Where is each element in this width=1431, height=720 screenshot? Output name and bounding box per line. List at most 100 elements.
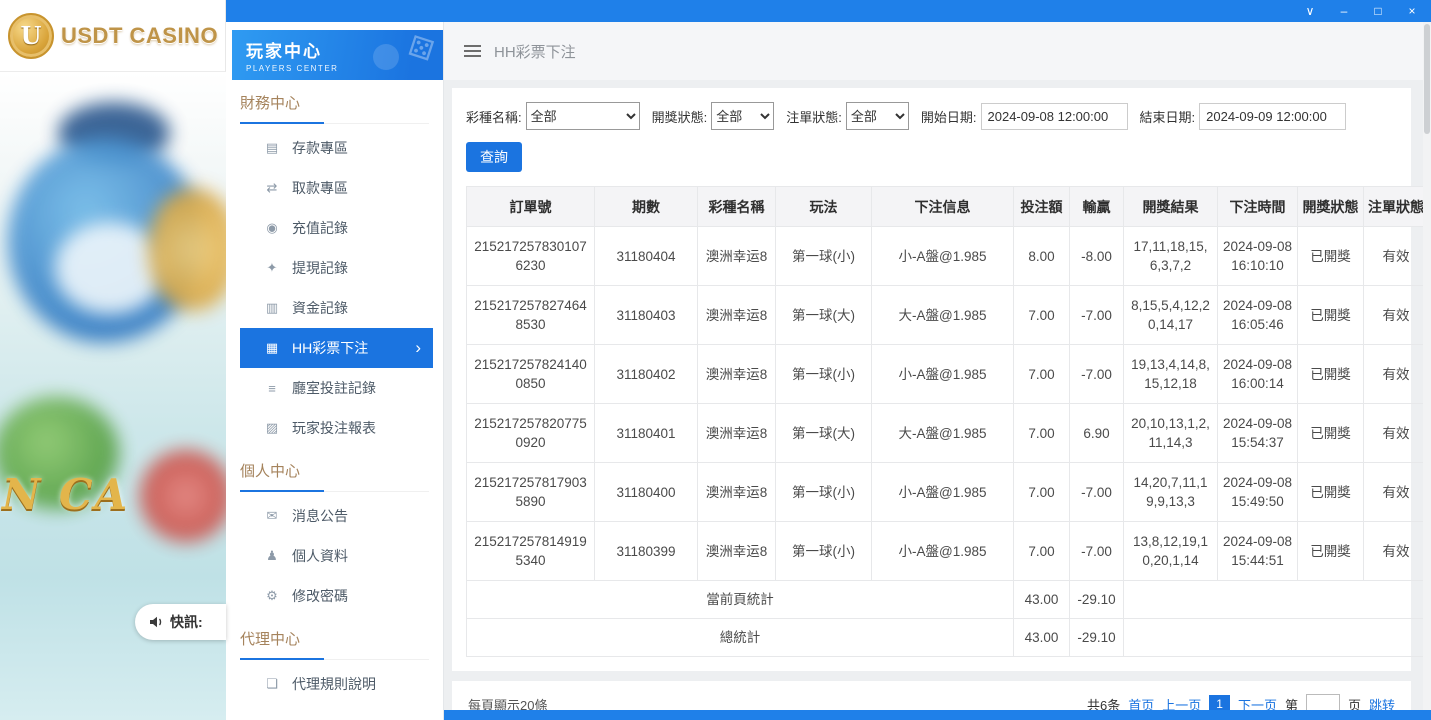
table-cell: 2152172578241400850 (467, 345, 595, 404)
coin-icon: ◉ (264, 220, 280, 236)
promo-art-text: N CA (2, 470, 129, 519)
sidebar-item-label: 取款專區 (292, 178, 348, 198)
sidebar-item-cashout-records[interactable]: ✦ 提現記錄 (226, 248, 433, 288)
sidebar-item-label: 廳室投註記錄 (292, 378, 376, 398)
bottom-strip (444, 710, 1431, 720)
scrollbar[interactable] (1423, 22, 1431, 710)
table-cell: 第一球(小) (776, 522, 872, 581)
draw-status-filter-group: 開獎狀態: 全部 (652, 102, 775, 130)
table-cell: 有效 (1364, 286, 1424, 345)
table-cell: 31180404 (595, 227, 698, 286)
withdraw-icon: ⇄ (264, 180, 280, 196)
table-cell: 31180400 (595, 463, 698, 522)
sidebar-item-player-bet-report[interactable]: ▨ 玩家投注報表 (226, 408, 433, 448)
summary-page-label: 當前頁統計 (467, 581, 1014, 619)
col-header-bet-time: 下注時間 (1218, 187, 1298, 227)
start-date-input[interactable] (981, 103, 1128, 130)
topbar: HH彩票下注 (444, 22, 1423, 80)
table-cell: -7.00 (1070, 463, 1124, 522)
table-cell: 已開獎 (1298, 345, 1364, 404)
table-cell: 20,10,13,1,2,11,14,3 (1124, 404, 1218, 463)
cashout-icon: ✦ (264, 260, 280, 276)
sidebar-item-deposit[interactable]: ▤ 存款專區 (226, 128, 433, 168)
minimize-icon[interactable]: – (1337, 5, 1351, 17)
content-card: 彩種名稱: 全部 開獎狀態: 全部 注單狀態: 全部 (452, 88, 1411, 671)
table-cell: 大-A盤@1.985 (872, 404, 1014, 463)
decor-circle (373, 44, 399, 70)
close-icon[interactable]: × (1405, 5, 1419, 17)
table-cell: 已開獎 (1298, 227, 1364, 286)
sidebar-item-room-bet-records[interactable]: ≡ 廳室投註記錄 (226, 368, 433, 408)
start-date-group: 開始日期: (921, 103, 1128, 130)
table-cell: 大-A盤@1.985 (872, 286, 1014, 345)
news-ticker-pill[interactable]: 快訊: (135, 604, 226, 640)
maximize-icon[interactable]: □ (1371, 5, 1385, 17)
brand-title: USDT CASINO (61, 23, 218, 49)
summary-total-win-total: -29.10 (1070, 619, 1124, 657)
sidebar-item-profile[interactable]: ♟ 個人資料 (226, 536, 433, 576)
table-cell: 2024-09-08 16:10:10 (1218, 227, 1298, 286)
draw-status-select[interactable]: 全部 (711, 102, 774, 130)
search-button[interactable]: 查詢 (466, 142, 522, 172)
scrollbar-thumb[interactable] (1424, 24, 1430, 134)
summary-row-total: 總統計 43.00 -29.10 (467, 619, 1424, 657)
table-cell: 小-A盤@1.985 (872, 463, 1014, 522)
sidebar-item-recharge-records[interactable]: ◉ 充值記錄 (226, 208, 433, 248)
sidebar-item-change-password[interactable]: ⚙ 修改密碼 (226, 576, 433, 616)
table-cell: 6.90 (1070, 404, 1124, 463)
table-cell: 有效 (1364, 227, 1424, 286)
col-header-bet-amount: 投注額 (1014, 187, 1070, 227)
lottery-filter-label: 彩種名稱: (466, 107, 522, 126)
coin-letter: U (21, 21, 42, 50)
table-cell: 7.00 (1014, 463, 1070, 522)
table-header-row: 訂單號 期數 彩種名稱 玩法 下注信息 投注額 輸贏 開獎結果 下注時間 開獎狀… (467, 187, 1424, 227)
summary-row-page: 當前頁統計 43.00 -29.10 (467, 581, 1424, 619)
ledger-icon: ▥ (264, 300, 280, 316)
table-row: 215217257814919534031180399澳洲幸运8第一球(小)小-… (467, 522, 1424, 581)
table-cell: 19,13,4,14,8,15,12,18 (1124, 345, 1218, 404)
bet-status-select[interactable]: 全部 (846, 102, 909, 130)
sidebar-item-label: 提現記錄 (292, 258, 348, 278)
table-cell: 第一球(小) (776, 227, 872, 286)
col-header-play: 玩法 (776, 187, 872, 227)
chevron-down-icon[interactable]: ∨ (1303, 5, 1317, 17)
table-cell: 小-A盤@1.985 (872, 227, 1014, 286)
sidebar-item-label: 充值記錄 (292, 218, 348, 238)
sidebar-item-label: 消息公告 (292, 506, 348, 526)
filter-bar: 彩種名稱: 全部 開獎狀態: 全部 注單狀態: 全部 (452, 88, 1411, 130)
table-cell: -8.00 (1070, 227, 1124, 286)
sidebar-item-hh-lottery-bets[interactable]: ▦ HH彩票下注 › (240, 328, 433, 368)
page-title: HH彩票下注 (494, 41, 576, 62)
table-cell: 7.00 (1014, 404, 1070, 463)
table-cell: 17,11,18,15,6,3,7,2 (1124, 227, 1218, 286)
speaker-icon (148, 614, 164, 630)
table-cell: 第一球(小) (776, 463, 872, 522)
hamburger-menu-icon[interactable] (464, 50, 481, 52)
table-cell: 2152172578301076230 (467, 227, 595, 286)
table-cell: 2024-09-08 15:44:51 (1218, 522, 1298, 581)
summary-page-empty (1124, 581, 1424, 619)
table-cell: 2152172578149195340 (467, 522, 595, 581)
table-cell: 2024-09-08 16:00:14 (1218, 345, 1298, 404)
sidebar-item-label: 個人資料 (292, 546, 348, 566)
sidebar-item-announcements[interactable]: ✉ 消息公告 (226, 496, 433, 536)
table-cell: 有效 (1364, 404, 1424, 463)
lottery-select[interactable]: 全部 (526, 102, 640, 130)
sidebar-item-withdraw[interactable]: ⇄ 取款專區 (226, 168, 433, 208)
sidebar-item-label: 資金記錄 (292, 298, 348, 318)
table-cell: 澳洲幸运8 (698, 345, 776, 404)
table-cell: 澳洲幸运8 (698, 404, 776, 463)
red-fish-art (140, 450, 226, 542)
table-row: 215217257820775092031180401澳洲幸运8第一球(大)大-… (467, 404, 1424, 463)
table-cell: 已開獎 (1298, 522, 1364, 581)
table-cell: 小-A盤@1.985 (872, 522, 1014, 581)
summary-total-label: 總統計 (467, 619, 1014, 657)
table-cell: 2024-09-08 15:49:50 (1218, 463, 1298, 522)
table-cell: 31180403 (595, 286, 698, 345)
section-title-personal: 個人中心 (240, 460, 429, 492)
end-date-input[interactable] (1199, 103, 1346, 130)
sidebar-item-funds-records[interactable]: ▥ 資金記錄 (226, 288, 433, 328)
summary-page-win-total: -29.10 (1070, 581, 1124, 619)
lottery-grid-icon: ▦ (264, 340, 280, 356)
sidebar-item-agent-rules[interactable]: ❏ 代理規則說明 (226, 664, 433, 704)
